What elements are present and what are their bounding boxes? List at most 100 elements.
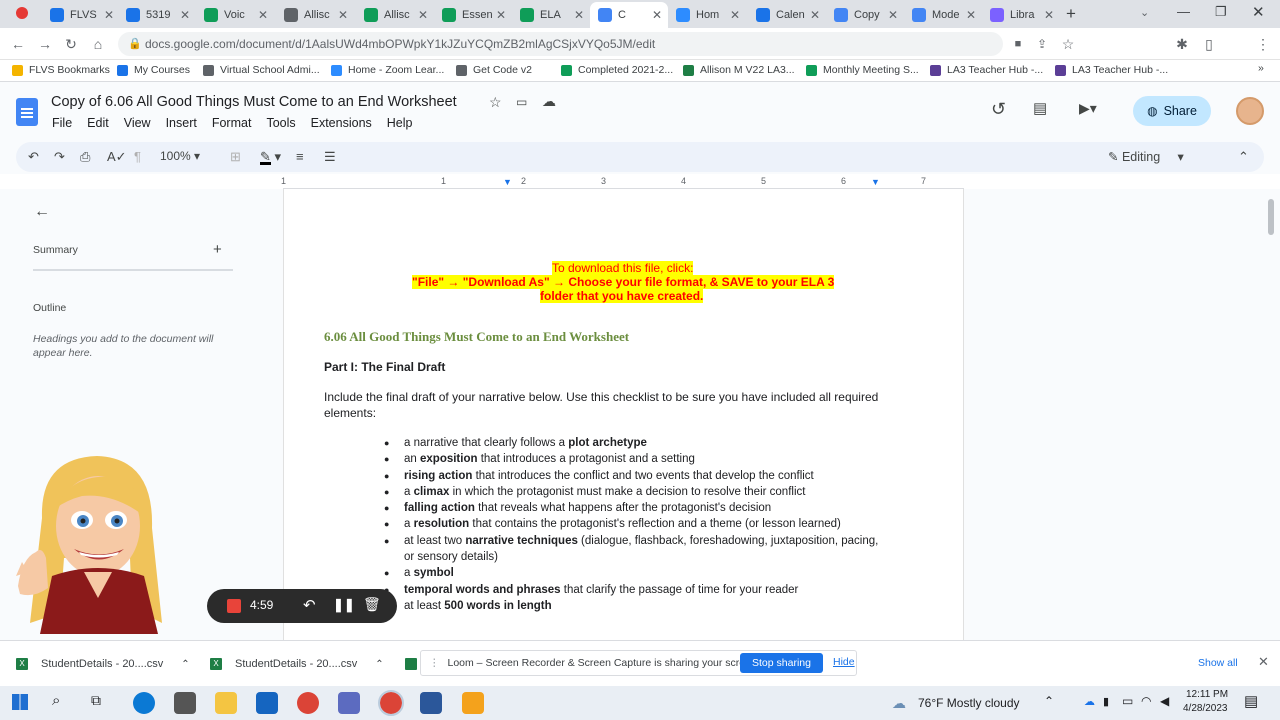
hide-banner-link[interactable]: Hide (833, 656, 855, 668)
minimize-window-button[interactable]: — (1177, 4, 1190, 19)
browser-tab[interactable]: Mode ✕ (904, 2, 982, 28)
add-summary-icon[interactable]: + (213, 241, 222, 258)
document-page[interactable] (283, 189, 964, 640)
close-downloads-icon[interactable]: ✕ (1258, 654, 1269, 670)
bookmark-item[interactable]: Get Code v2 (456, 64, 532, 76)
download-item[interactable]: X StudentDetails - 20....csv ⌃ (210, 658, 384, 670)
forward-button[interactable]: → (35, 34, 55, 54)
chrome-icon[interactable] (378, 690, 404, 716)
cloud-saved-icon[interactable]: ☁ (542, 93, 556, 110)
teams-icon[interactable] (338, 692, 360, 714)
bookmark-item[interactable]: LA3 Teacher Hub -... (1055, 64, 1168, 76)
browser-tab[interactable]: Essen ✕ (434, 2, 512, 28)
browser-tab[interactable]: Copy ✕ (826, 2, 904, 28)
close-tab-icon[interactable]: ✕ (574, 8, 584, 22)
bookmark-item[interactable]: Home - Zoom Lear... (331, 64, 444, 76)
back-button[interactable]: ← (8, 34, 28, 54)
chevron-up-icon[interactable]: ⌃ (181, 659, 189, 670)
back-arrow-icon[interactable]: ← (34, 203, 50, 221)
show-all-downloads-link[interactable]: Show all (1198, 657, 1238, 669)
more-options-icon[interactable]: ☰ (324, 149, 336, 165)
close-tab-icon[interactable]: ✕ (1044, 8, 1054, 22)
spellcheck-icon[interactable]: A✓ (107, 149, 127, 165)
side-panel-icon[interactable]: ▯ (1199, 34, 1219, 54)
chevron-up-icon[interactable]: ⌃ (375, 659, 383, 670)
delete-recording-icon[interactable]: 🗑 (363, 596, 381, 613)
download-item[interactable]: X StudentDetails - 20....csv ⌃ (16, 658, 190, 670)
new-tab-button[interactable]: + (1066, 4, 1076, 24)
right-indent-marker[interactable]: ▼ (871, 177, 880, 187)
close-tab-icon[interactable]: ✕ (258, 8, 268, 22)
bookmark-item[interactable]: Allison M V22 LA3... (683, 64, 795, 76)
close-tab-icon[interactable]: ✕ (730, 8, 740, 22)
menu-item[interactable]: File (52, 116, 72, 130)
meet-icon[interactable]: ▶▾ (1079, 100, 1097, 117)
browser-tab[interactable]: 5319 ✕ (118, 2, 196, 28)
maximize-window-button[interactable]: ❐ (1215, 4, 1227, 20)
task-view-icon[interactable]: ⧉ (91, 692, 101, 709)
menu-item[interactable]: Insert (166, 116, 197, 130)
windows-start-icon[interactable] (12, 694, 28, 710)
close-tab-icon[interactable]: ✕ (888, 8, 898, 22)
menu-item[interactable]: View (124, 116, 151, 130)
collapse-toolbar-icon[interactable]: ⌃ (1238, 149, 1249, 165)
browser-tab[interactable]: Hom ✕ (668, 2, 746, 28)
print-icon[interactable]: ⎙ (80, 149, 90, 165)
google-docs-logo-icon[interactable] (16, 98, 38, 126)
notifications-icon[interactable]: ▤ (1244, 692, 1258, 710)
align-icon[interactable]: ≡ (296, 149, 304, 164)
share-button[interactable]: ◍ Share (1133, 96, 1211, 126)
stop-sharing-button[interactable]: Stop sharing (740, 653, 823, 673)
bookmark-item[interactable]: FLVS Bookmarks (12, 64, 110, 76)
close-window-button[interactable]: ✕ (1252, 3, 1265, 21)
comments-icon[interactable]: ▤ (1033, 99, 1047, 117)
text-color-icon[interactable]: ✎ ▾ (260, 149, 281, 165)
star-icon[interactable]: ☆ (489, 94, 502, 111)
browser-tab[interactable]: Voic ✕ (196, 2, 274, 28)
search-icon[interactable]: ⌕ (52, 692, 60, 709)
browser-tab[interactable]: C ✕ (590, 2, 668, 28)
volume-icon[interactable]: ◀ (1160, 694, 1169, 708)
browser-tab[interactable]: Allisc ✕ (276, 2, 354, 28)
outlook-icon[interactable] (256, 692, 278, 714)
clock-date[interactable]: 4/28/2023 (1183, 703, 1228, 714)
word-icon[interactable] (420, 692, 442, 714)
menu-item[interactable]: Tools (266, 116, 295, 130)
menu-item[interactable]: Edit (87, 116, 109, 130)
scrollbar-thumb[interactable] (1268, 199, 1274, 235)
close-tab-icon[interactable]: ✕ (966, 8, 976, 22)
close-tab-icon[interactable]: ✕ (180, 8, 190, 22)
camera-icon[interactable]: ■ (1008, 34, 1028, 54)
bookmark-item[interactable]: LA3 Teacher Hub -... (930, 64, 1043, 76)
bookmark-item[interactable]: Monthly Meeting S... (806, 64, 919, 76)
menu-item[interactable]: Extensions (311, 116, 372, 130)
onedrive-icon[interactable]: ☁ (1084, 695, 1095, 708)
bookmark-star-icon[interactable]: ☆ (1058, 34, 1078, 54)
version-history-icon[interactable]: ↺ (991, 99, 1006, 120)
battery-icon[interactable]: ▭ (1122, 694, 1133, 708)
bookmark-item[interactable]: My Courses (117, 64, 190, 76)
browser-tab[interactable]: Libra ✕ (982, 2, 1060, 28)
share-page-icon[interactable]: ⇪ (1032, 34, 1052, 54)
store-icon[interactable] (174, 692, 196, 714)
pause-recording-icon[interactable]: ❚❚ (333, 597, 355, 613)
chrome-menu-icon[interactable]: ⋮ (1253, 34, 1273, 54)
close-tab-icon[interactable]: ✕ (338, 8, 348, 22)
reload-button[interactable]: ↻ (61, 34, 81, 54)
file-explorer-icon[interactable] (462, 692, 484, 714)
bookmark-item[interactable]: Completed 2021-2... (561, 64, 673, 76)
chrome-icon[interactable] (297, 692, 319, 714)
paint-format-icon[interactable]: ¶ (134, 149, 141, 164)
menu-item[interactable]: Help (387, 116, 413, 130)
weather-text[interactable]: 76°F Mostly cloudy (918, 696, 1020, 710)
file-explorer-icon[interactable] (215, 692, 237, 714)
bookmark-item[interactable]: Virtual School Admi... (203, 64, 320, 76)
close-tab-icon[interactable]: ✕ (652, 8, 662, 22)
tab-search-icon[interactable]: ⌄ (1140, 6, 1149, 19)
edge-icon[interactable] (133, 692, 155, 714)
restart-recording-icon[interactable]: ↶ (303, 596, 316, 614)
stop-recording-button[interactable] (227, 599, 241, 613)
insert-box-icon[interactable]: ⊞ (230, 149, 241, 165)
browser-tab[interactable]: Allisc ✕ (356, 2, 434, 28)
more-bookmarks-icon[interactable]: » (1258, 62, 1264, 74)
